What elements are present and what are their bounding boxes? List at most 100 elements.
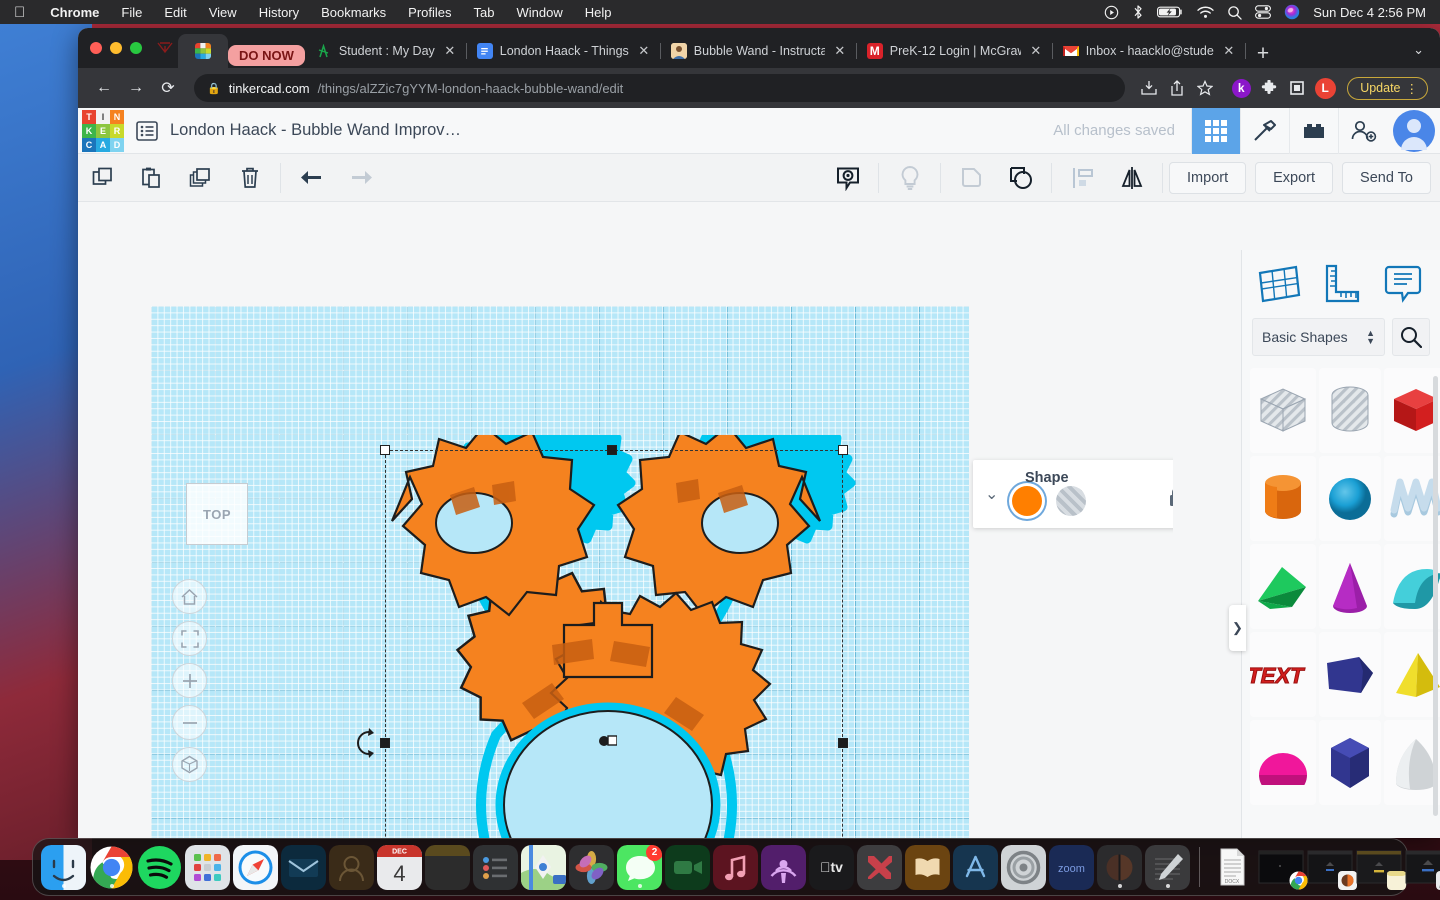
ruler-icon[interactable] — [1314, 257, 1368, 311]
hole-swatch[interactable] — [1056, 486, 1086, 516]
dock-item-reminders[interactable] — [473, 845, 518, 890]
resize-handle-top-center[interactable] — [607, 445, 617, 455]
3d-viewport[interactable]: TOP ⌄ Shape — [78, 250, 1173, 838]
dock-item-messages[interactable]: 2 — [617, 845, 662, 890]
shape-text[interactable]: TEXT — [1250, 632, 1316, 717]
shape-roof[interactable] — [1250, 544, 1316, 629]
dock-item-app-store[interactable] — [953, 845, 998, 890]
menu-item-edit[interactable]: Edit — [153, 5, 197, 20]
minimized-dark-window[interactable] — [1307, 848, 1353, 886]
wifi-icon[interactable] — [1197, 6, 1214, 19]
group-icon[interactable] — [947, 154, 996, 202]
bookmark-star-icon[interactable] — [1193, 76, 1217, 100]
avatar[interactable] — [1387, 108, 1440, 154]
minimized-docx-file[interactable]: DOCX — [1209, 848, 1255, 886]
shape-box-hole[interactable] — [1250, 368, 1316, 453]
dock-item-music[interactable] — [713, 845, 758, 890]
chevron-down-icon[interactable]: ⌄ — [985, 484, 998, 504]
dock-item-podcasts[interactable] — [761, 845, 806, 890]
forward-button[interactable]: → — [122, 74, 150, 102]
show-hide-icon[interactable] — [823, 154, 872, 202]
tab-close-icon[interactable]: ✕ — [442, 43, 458, 59]
menu-item-help[interactable]: Help — [574, 5, 623, 20]
search-shapes-button[interactable] — [1392, 318, 1430, 356]
unlock-icon[interactable] — [1168, 487, 1173, 512]
project-list-icon[interactable] — [124, 119, 170, 143]
reload-button[interactable]: ⟳ — [154, 74, 182, 102]
tab-prek12-mcgraw[interactable]: M PreK-12 Login | McGraw ✕ — [856, 34, 1052, 68]
note-icon[interactable] — [1376, 257, 1430, 311]
collapse-panel-button[interactable]: ❯ — [1229, 605, 1246, 651]
mirror-icon[interactable] — [1107, 154, 1156, 202]
back-button[interactable]: ← — [90, 74, 118, 102]
tab-london-haack-things[interactable]: London Haack - Things ✕ — [466, 34, 660, 68]
light-bulb-icon[interactable] — [885, 154, 934, 202]
dock-item-chrome[interactable] — [89, 845, 134, 890]
fit-to-view-icon[interactable] — [172, 621, 207, 656]
address-bar[interactable]: 🔒 tinkercad.com/things/alZZic7gYYM-londo… — [194, 74, 1125, 102]
invite-people-icon[interactable] — [1338, 108, 1387, 154]
zoom-in-icon[interactable] — [172, 663, 207, 698]
align-icon[interactable] — [1058, 154, 1107, 202]
shape-polygon[interactable] — [1319, 720, 1381, 805]
tab-close-icon[interactable]: ✕ — [832, 43, 848, 59]
tinkercad-logo[interactable]: T I N K E R C A D — [82, 110, 124, 152]
ungroup-icon[interactable] — [996, 154, 1045, 202]
send-to-button[interactable]: Send To — [1342, 162, 1431, 194]
tab-close-icon[interactable]: ✕ — [1221, 43, 1237, 59]
dock-item-notes[interactable] — [425, 845, 470, 890]
tab-close-icon[interactable]: ✕ — [636, 43, 652, 59]
reading-list-icon[interactable] — [1285, 76, 1309, 100]
shape-box[interactable] — [1384, 368, 1440, 453]
shape-cone[interactable] — [1319, 544, 1381, 629]
dock-item-calendar[interactable]: DEC4 — [377, 845, 422, 890]
menu-item-history[interactable]: History — [248, 5, 310, 20]
bluetooth-icon[interactable] — [1132, 4, 1144, 20]
dock-item-contacts[interactable] — [329, 845, 374, 890]
shape-properties-panel[interactable]: ⌄ Shape — [973, 460, 1173, 528]
duplicate-icon[interactable] — [176, 154, 225, 202]
selection-bounding-box[interactable] — [385, 450, 843, 838]
dock-item-mail[interactable] — [281, 845, 326, 890]
resize-handle-mid-right[interactable] — [838, 738, 848, 748]
extensions-puzzle-icon[interactable] — [1257, 76, 1281, 100]
new-tab-button[interactable]: + — [1245, 43, 1281, 68]
resize-handle-top-left[interactable] — [380, 445, 390, 455]
tab-tinkercad-pinned[interactable] — [178, 34, 228, 68]
control-center-icon[interactable] — [1255, 5, 1271, 19]
kebab-menu-icon[interactable]: ⋮ — [1406, 81, 1419, 96]
close-window-button[interactable] — [90, 42, 102, 54]
export-button[interactable]: Export — [1255, 162, 1333, 194]
battery-charging-icon[interactable] — [1157, 5, 1184, 19]
spotlight-search-icon[interactable] — [1227, 5, 1242, 20]
shape-cylinder[interactable] — [1250, 456, 1316, 541]
dock-item-books[interactable] — [905, 845, 950, 890]
profile-avatar[interactable]: L — [1313, 76, 1337, 100]
menu-item-view[interactable]: View — [198, 5, 248, 20]
control-center-play-icon[interactable] — [1104, 5, 1119, 20]
menu-item-file[interactable]: File — [110, 5, 153, 20]
resize-handle-mid-left[interactable] — [380, 738, 390, 748]
menu-item-tab[interactable]: Tab — [463, 5, 506, 20]
menu-item-profiles[interactable]: Profiles — [397, 5, 462, 20]
zoom-out-icon[interactable] — [172, 705, 207, 740]
dock-item-facetime[interactable] — [665, 845, 710, 890]
tab-bubble-wand-instructables[interactable]: Bubble Wand - Instructa ✕ — [660, 34, 856, 68]
workplane-icon[interactable] — [1252, 257, 1306, 311]
redo-icon[interactable] — [336, 154, 385, 202]
minimized-notes-window[interactable] — [1356, 848, 1402, 886]
install-icon[interactable] — [1137, 76, 1161, 100]
dock-item-zoom[interactable]: zoom — [1049, 845, 1094, 890]
tab-search-chevron-down-icon[interactable]: ⌄ — [1413, 42, 1440, 68]
siri-icon[interactable] — [1284, 4, 1300, 20]
shape-cylinder-hole[interactable] — [1319, 368, 1381, 453]
copy-icon[interactable] — [78, 154, 127, 202]
import-button[interactable]: Import — [1169, 162, 1246, 194]
rotate-handle-left[interactable] — [355, 728, 375, 763]
height-handle[interactable] — [599, 734, 617, 748]
maximize-window-button[interactable] — [130, 42, 142, 54]
shape-pyramid[interactable] — [1384, 632, 1440, 717]
apple-menu-icon[interactable]:  — [0, 5, 39, 20]
bookmark-do-now[interactable]: DO NOW — [228, 45, 305, 66]
shape-scribble[interactable] — [1384, 456, 1440, 541]
